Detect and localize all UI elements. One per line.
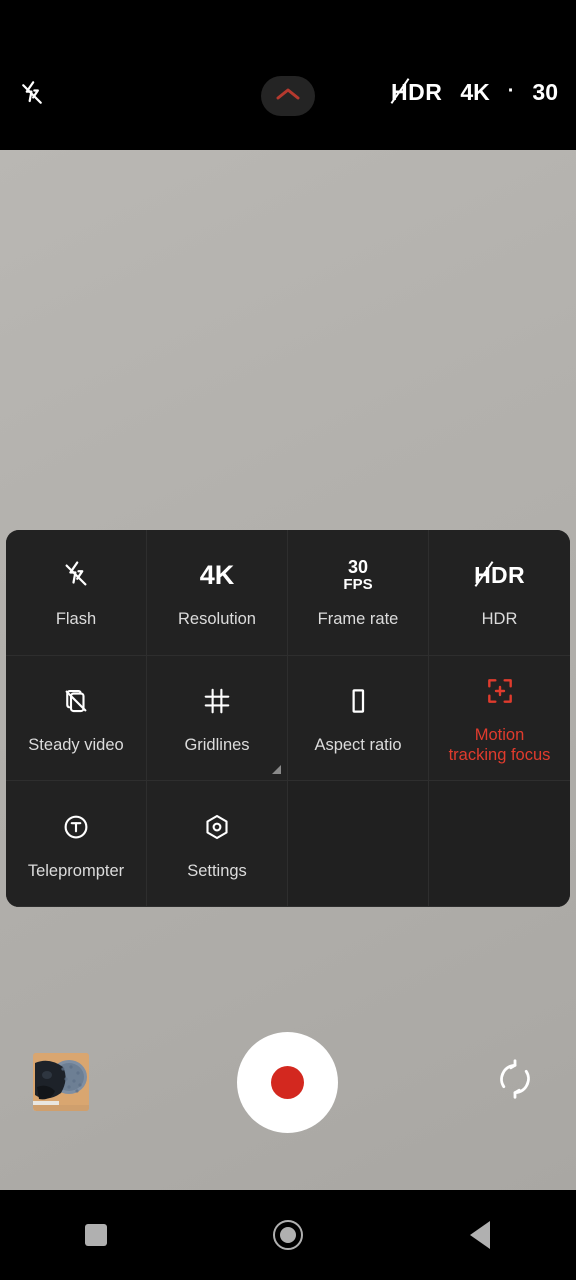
panel-label-aspect-ratio: Aspect ratio (314, 735, 402, 754)
panel-label-hdr: HDR (481, 610, 518, 629)
nav-back-button[interactable] (444, 1207, 516, 1263)
resolution-value: 4K (199, 559, 235, 590)
fps-value-icon: 30 FPS (343, 555, 372, 595)
motion-label-line2: tracking focus (448, 745, 551, 764)
panel-label-settings: Settings (187, 861, 247, 880)
panel-item-steady-video[interactable]: Steady video (6, 655, 147, 782)
hdr-status-button[interactable]: HDR (390, 78, 442, 106)
panel-item-hdr[interactable]: HDR HDR (429, 530, 570, 656)
hdr-off-icon: HDR (474, 555, 525, 595)
record-button[interactable] (237, 1032, 338, 1133)
teleprompter-icon (61, 807, 91, 847)
nav-recents-button[interactable] (60, 1207, 132, 1263)
record-dot-icon (271, 1066, 304, 1099)
settings-gear-icon (202, 807, 232, 847)
recents-square-icon (85, 1224, 107, 1246)
gallery-thumbnail-button[interactable] (33, 1053, 89, 1111)
top-bar: HDR 4K · 30 (0, 0, 576, 150)
panel-label-resolution: Resolution (178, 610, 256, 629)
panel-item-frame-rate[interactable]: 30 FPS Frame rate (288, 530, 429, 656)
flash-off-icon (18, 80, 46, 113)
nav-home-button[interactable] (252, 1207, 324, 1263)
panel-item-gridlines[interactable]: Gridlines (147, 655, 288, 782)
panel-item-motion-tracking-focus[interactable]: Motion tracking focus (429, 655, 570, 782)
panel-label-gridlines: Gridlines (184, 735, 250, 754)
flash-toggle-button[interactable] (14, 78, 50, 114)
back-triangle-icon (470, 1221, 490, 1249)
status-separator: · (507, 79, 515, 102)
panel-item-flash[interactable]: Flash (6, 530, 147, 656)
panel-item-settings[interactable]: Settings (147, 781, 288, 907)
panel-item-empty-1 (288, 781, 429, 907)
panel-label-flash: Flash (55, 610, 97, 629)
expand-controls-button[interactable] (261, 76, 315, 116)
resolution-value-icon: 4K (200, 555, 235, 595)
fps-value: 30 (347, 557, 369, 578)
last-photo-thumbnail (33, 1053, 89, 1111)
focus-bracket-plus-icon (484, 671, 516, 711)
home-circle-icon (273, 1220, 303, 1250)
gridlines-icon (202, 681, 232, 721)
panel-item-aspect-ratio[interactable]: Aspect ratio (288, 655, 429, 782)
panel-item-teleprompter[interactable]: Teleprompter (6, 781, 147, 907)
fps-unit: FPS (343, 575, 373, 593)
flip-camera-icon (494, 1058, 536, 1105)
resolution-status-label[interactable]: 4K (460, 79, 489, 106)
flash-off-icon (61, 555, 91, 595)
motion-label-line1: Motion (474, 725, 525, 744)
camera-settings-panel: Flash 4K Resolution 30 FPS Frame rate HD (6, 530, 570, 907)
panel-item-resolution[interactable]: 4K Resolution (147, 530, 288, 656)
camera-app-screen: HDR 4K · 30 Flash 4K Resolution 30 FPS F… (0, 0, 576, 1280)
panel-item-empty-2 (429, 781, 570, 907)
flip-camera-button[interactable] (492, 1058, 538, 1104)
chevron-up-icon (275, 86, 301, 107)
framerate-status-label[interactable]: 30 (532, 79, 558, 106)
android-navigation-bar (0, 1190, 576, 1280)
panel-label-teleprompter: Teleprompter (27, 861, 125, 880)
steady-video-off-icon (61, 681, 91, 721)
panel-label-frame-rate: Frame rate (317, 610, 399, 629)
expand-corner-icon[interactable] (272, 765, 281, 775)
aspect-ratio-icon (343, 681, 373, 721)
panel-label-motion-tracking-focus: Motion tracking focus (449, 725, 551, 765)
top-status-group: HDR 4K · 30 (390, 78, 558, 106)
panel-label-steady-video: Steady video (28, 735, 124, 754)
